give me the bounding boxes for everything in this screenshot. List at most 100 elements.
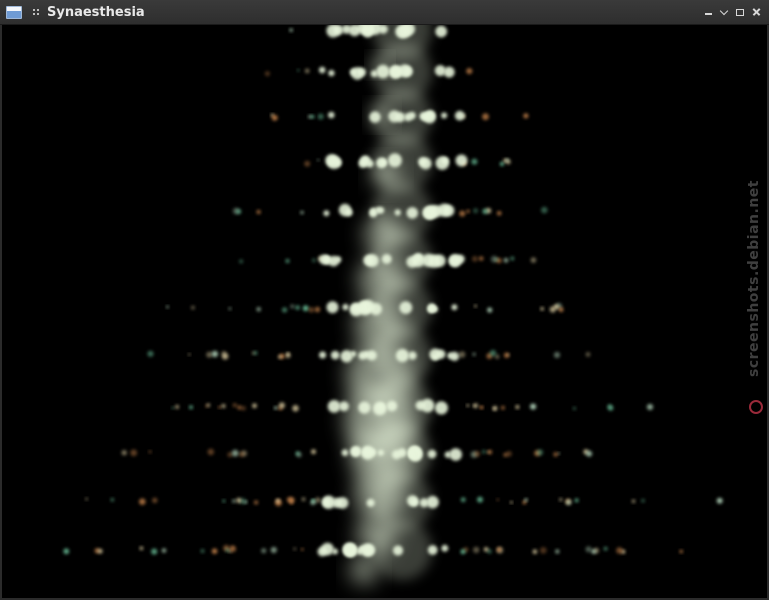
light-dot [361,26,374,38]
light-dot [321,542,334,556]
light-dot [392,545,404,556]
light-dot [496,211,502,216]
light-dot [232,403,237,408]
light-dot [277,354,282,359]
light-dot [225,548,230,552]
light-dot [434,65,446,77]
light-dot [231,449,239,457]
window-title: Synaesthesia [47,4,145,20]
close-icon[interactable] [751,7,761,17]
light-dot [322,495,336,509]
light-dot [139,498,146,506]
light-dot [336,497,349,509]
light-dot [323,210,330,217]
light-dot [295,305,300,310]
light-dot [275,498,280,503]
light-dot [539,547,547,554]
light-dot [386,400,398,412]
light-dot [302,305,309,312]
light-dot [327,400,341,413]
light-dot [540,307,544,311]
light-dot [458,351,466,358]
light-dot [460,497,466,503]
light-dot [349,68,357,76]
light-dot [310,499,316,506]
light-dot [285,258,290,264]
light-dot [148,450,152,454]
light-dot [473,546,480,554]
light-dot [293,547,297,551]
chevron-down-icon[interactable] [719,7,729,17]
light-dot [482,113,489,121]
light-dot [616,547,623,554]
light-dot [190,305,195,310]
light-dot [430,205,443,218]
light-dot [314,306,321,313]
light-dot [559,497,563,502]
light-dot [586,450,593,457]
light-dot [471,158,478,165]
light-dot [515,405,520,409]
maximize-icon[interactable] [735,7,745,17]
light-dot [218,405,221,409]
light-dot [292,405,299,412]
light-dot [221,353,229,360]
light-dot [419,498,429,508]
light-dot [474,304,477,308]
light-dot [454,110,465,121]
light-dot [532,549,538,554]
light-dot [261,548,267,554]
light-dot [221,403,226,409]
light-dot [442,204,455,217]
light-dot [317,113,324,120]
light-dot [317,158,320,162]
light-dot [415,400,426,411]
light-dot [366,350,377,361]
light-dot [388,110,401,123]
light-dot [716,497,723,504]
light-dot [278,402,285,409]
light-dot [553,351,561,359]
light-dot [239,259,244,264]
light-dot [369,302,382,316]
light-dot [330,350,340,360]
light-dot [311,449,316,455]
light-dot [387,153,402,168]
light-dot [377,403,385,411]
light-dot [229,545,236,551]
light-dot [274,406,278,410]
light-dot [369,209,378,218]
light-dot [319,351,327,359]
window-grip-icon [33,8,39,16]
window-controls [703,0,761,24]
light-dot [503,257,509,263]
light-dot [422,253,436,267]
light-dot [505,158,509,162]
debian-swirl-icon [749,400,763,414]
light-dot [206,351,213,358]
light-dot [607,404,612,409]
light-dot [574,498,579,503]
light-dot [342,542,357,557]
light-dot [397,448,407,458]
light-dot [252,403,257,409]
light-dot [434,401,448,415]
light-dot [342,303,349,311]
light-dot [591,549,597,554]
light-dot [524,498,529,502]
light-dot [365,254,379,268]
light-dot [472,352,476,356]
light-dot [338,203,352,217]
title-bar[interactable]: Synaesthesia [0,0,769,25]
light-dot [308,307,315,313]
light-dot [455,154,468,167]
light-dot [296,452,303,458]
minimize-icon[interactable] [703,7,713,17]
light-dot [300,210,304,215]
light-dot [211,548,218,554]
light-dot [398,64,412,78]
light-dot [466,68,473,75]
app-window-icon[interactable] [6,5,22,19]
light-dot [222,499,226,503]
light-dot [399,301,413,314]
